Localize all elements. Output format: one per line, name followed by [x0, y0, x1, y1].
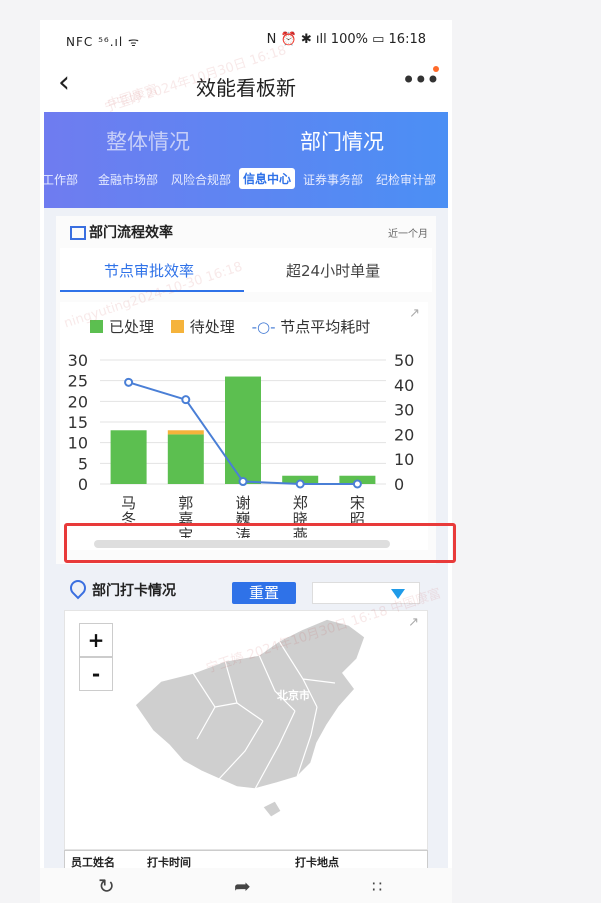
department-select[interactable] [312, 582, 420, 604]
status-bar: NFC ⁵⁶.ıl ᯤ N ⏰ ✱ ıll 100% ▭ 16:18 [40, 20, 452, 62]
avg-time-point [124, 377, 134, 387]
right-axis-tick-label: 50 [394, 351, 414, 370]
status-signal: NFC ⁵⁶.ıl ᯤ [66, 35, 140, 49]
flow-card-title: 部门流程效率 [70, 222, 173, 242]
map-label-beijing: 北京市 [277, 689, 310, 702]
phone-screen: NFC ⁵⁶.ıl ᯤ N ⏰ ✱ ıll 100% ▭ 16:18 ‹ 效能看… [40, 20, 452, 903]
flow-subtabs: 节点审批效率 超24小时单量 [60, 248, 432, 292]
refresh-icon[interactable]: ↻ [98, 874, 115, 898]
left-axis-tick-label: 15 [68, 413, 88, 432]
tab-over-24h[interactable]: 超24小时单量 [286, 260, 380, 281]
dept-tab-4[interactable]: 证券事务部 [303, 171, 363, 188]
department-tabs: 工作部 金融市场部 风险合规部 信息中心 证券事务部 纪检审计部 [44, 164, 448, 194]
right-axis-tick-label: 0 [394, 475, 404, 494]
period-label: 近一个月 [388, 229, 428, 240]
tab-node-efficiency[interactable]: 节点审批效率 [104, 260, 194, 281]
dept-tab-2[interactable]: 风险合规部 [171, 171, 231, 188]
bar-pending [167, 430, 204, 435]
china-map[interactable]: ↗ + - 北京市 [64, 610, 428, 850]
bar-processed [110, 430, 147, 484]
dept-tab-active[interactable]: 信息中心 [239, 168, 296, 189]
nav-bar: ‹ 效能看板新 ••• [40, 62, 452, 110]
chart-container: ↗ 已处理 待处理 -○- 节点平均耗时 0 5 10 15 20 25 30 0 10 20 30… [60, 302, 428, 550]
left-axis-tick-label: 25 [68, 372, 88, 391]
share-icon[interactable]: ➦ [234, 874, 251, 898]
chart-icon [70, 226, 86, 240]
avg-time-point [295, 479, 305, 489]
right-axis-tick-label: 10 [394, 450, 414, 469]
right-axis-tick-label: 20 [394, 425, 414, 444]
reset-button[interactable]: 重置 [232, 582, 296, 604]
flow-efficiency-card: 部门流程效率 近一个月 节点审批效率 超24小时单量 ↗ 已处理 待处理 -○-… [56, 216, 436, 564]
left-axis-tick-label: 10 [68, 434, 88, 453]
department-header: 整体情况 部门情况 工作部 金融市场部 风险合规部 信息中心 证券事务部 纪检审… [44, 112, 448, 208]
tab-overall[interactable]: 整体情况 [106, 126, 190, 156]
status-right: N ⏰ ✱ ıll 100% ▭ 16:18 [266, 32, 426, 47]
dropdown-arrow-icon [391, 589, 405, 599]
bar-processed [167, 434, 204, 484]
checkin-card-title: 部门打卡情况 [66, 576, 176, 600]
active-tab-underline [60, 290, 244, 292]
left-axis-tick-label: 0 [78, 475, 88, 494]
left-axis-tick-label: 30 [68, 351, 88, 370]
dept-tab-5[interactable]: 纪检审计部 [376, 171, 436, 188]
left-axis-tick-label: 20 [68, 392, 88, 411]
page-title: 效能看板新 [196, 76, 296, 100]
checkin-table-header: 员工姓名 打卡时间 打卡地点 [64, 850, 428, 870]
avg-time-point [181, 395, 191, 405]
avg-time-point [238, 477, 248, 487]
left-axis-tick-label: 5 [78, 454, 88, 473]
dept-tab-1[interactable]: 金融市场部 [98, 171, 158, 188]
map-shape [134, 618, 366, 818]
right-axis-tick-label: 40 [394, 376, 414, 395]
highlight-box [64, 523, 456, 563]
notification-dot [433, 66, 439, 72]
bottom-toolbar: ↻ ➦ ∷ [40, 868, 452, 903]
tab-department[interactable]: 部门情况 [300, 126, 384, 156]
avg-time-point [352, 479, 362, 489]
bar-line-chart: 05101520253001020304050马冬郭嘉宝谢巍涛郑晓燕宋昭 [68, 351, 415, 538]
bar-processed [225, 376, 261, 484]
dept-tab-0[interactable]: 工作部 [44, 171, 78, 188]
right-axis-tick-label: 30 [394, 401, 414, 420]
location-pin-icon [66, 576, 90, 600]
grid-dots-icon[interactable]: ∷ [372, 877, 382, 896]
